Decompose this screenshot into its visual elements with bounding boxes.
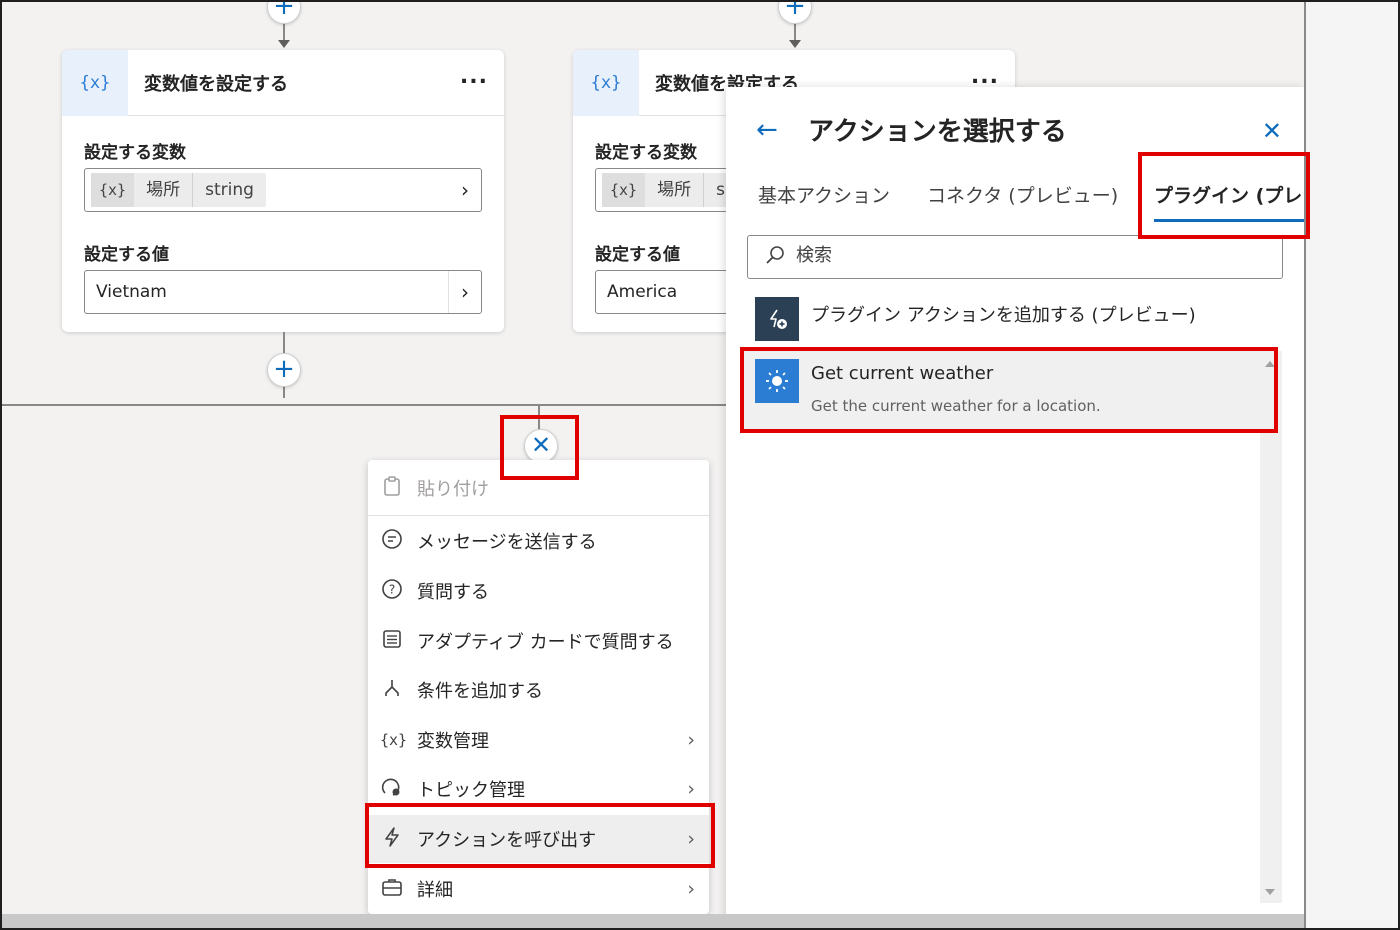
- scroll-up-icon[interactable]: [1265, 361, 1275, 367]
- card-icon: [380, 628, 404, 655]
- connector-merge-line: [2, 404, 726, 406]
- connector-arrow: [278, 40, 290, 48]
- add-node-button[interactable]: +: [267, 353, 301, 387]
- menu-item-label: トピック管理: [417, 780, 525, 801]
- menu-item-label: 貼り付け: [417, 479, 489, 500]
- variable-name: 場所: [657, 180, 692, 200]
- variable-label: 設定する変数: [595, 143, 697, 163]
- add-node-menu: 貼り付け メッセージを送信する ? 質問する アダプティブ カードで質問する 条…: [368, 460, 709, 914]
- active-tab-indicator: [1154, 219, 1304, 222]
- variable-field[interactable]: {x} 場所 string ›: [84, 168, 482, 212]
- chevron-right-icon[interactable]: ›: [461, 178, 469, 202]
- branch-icon: [380, 677, 404, 704]
- list-scrollbar[interactable]: [1260, 355, 1282, 903]
- variable-chip-icon: {x}: [91, 173, 135, 207]
- menu-item-label: 質問する: [417, 582, 489, 603]
- clipboard-icon: [380, 475, 404, 502]
- menu-item-label: 条件を追加する: [417, 681, 543, 702]
- variable-label: 設定する変数: [84, 143, 186, 163]
- value-label: 設定する値: [84, 245, 169, 265]
- canvas-scrollbar[interactable]: [2, 914, 1304, 928]
- chevron-right-icon[interactable]: ›: [461, 280, 469, 304]
- variable-icon: {x}: [62, 50, 128, 116]
- topic-icon: [380, 776, 404, 803]
- briefcase-icon: [380, 876, 404, 903]
- menu-item-adaptive-card[interactable]: アダプティブ カードで質問する: [368, 617, 709, 665]
- field-divider: [448, 271, 449, 313]
- svg-text:?: ?: [389, 582, 395, 596]
- plugin-add-icon: [755, 297, 799, 341]
- value-label: 設定する値: [595, 245, 680, 265]
- connector-line: [538, 404, 540, 430]
- variable-icon: {x}: [573, 50, 639, 116]
- connector-arrow: [789, 40, 801, 48]
- value-text: America: [607, 282, 678, 302]
- list-item-title: プラグイン アクションを追加する (プレビュー): [811, 305, 1196, 326]
- add-node-button[interactable]: +: [267, 0, 301, 24]
- right-pane: [1304, 0, 1400, 930]
- menu-item-call-action[interactable]: アクションを呼び出す ›: [368, 815, 709, 863]
- add-node-button[interactable]: +: [778, 0, 812, 24]
- close-menu-button[interactable]: ✕: [524, 429, 558, 463]
- set-variable-node[interactable]: {x} 変数値を設定する ... 設定する変数 {x} 場所 string › …: [62, 50, 504, 332]
- list-item-title: Get current weather: [811, 363, 994, 384]
- back-arrow-icon[interactable]: ←: [756, 115, 778, 145]
- menu-item-label: アクションを呼び出す: [417, 830, 597, 851]
- node-title: 変数値を設定する: [144, 74, 288, 95]
- value-field[interactable]: Vietnam ›: [84, 270, 482, 314]
- menu-item-paste[interactable]: 貼り付け: [368, 464, 709, 512]
- chevron-right-icon: ›: [687, 778, 695, 800]
- menu-item-label: 変数管理: [417, 731, 489, 752]
- menu-item-send-message[interactable]: メッセージを送信する: [368, 517, 709, 565]
- menu-item-topic-management[interactable]: トピック管理 ›: [368, 765, 709, 813]
- node-header: {x} 変数値を設定する ...: [62, 50, 504, 116]
- tab-basic-actions[interactable]: 基本アクション: [758, 181, 890, 208]
- more-options-icon[interactable]: ...: [971, 64, 999, 89]
- search-input[interactable]: [796, 245, 1266, 266]
- more-options-icon[interactable]: ...: [460, 64, 488, 89]
- menu-item-label: 詳細: [417, 880, 453, 901]
- chevron-right-icon: ›: [687, 729, 695, 751]
- list-item-description: Get the current weather for a location.: [811, 397, 1101, 415]
- search-icon: [764, 244, 786, 271]
- chevron-right-icon: ›: [687, 878, 695, 900]
- panel-title: アクションを選択する: [808, 117, 1067, 147]
- tab-connectors[interactable]: コネクタ (プレビュー): [927, 181, 1118, 208]
- menu-item-add-condition[interactable]: 条件を追加する: [368, 666, 709, 714]
- lightning-icon: [380, 826, 404, 853]
- menu-item-label: アダプティブ カードで質問する: [417, 632, 674, 653]
- scroll-down-icon[interactable]: [1265, 889, 1275, 895]
- variable-icon: {x}: [380, 731, 408, 749]
- variable-name: 場所: [146, 180, 181, 200]
- list-item-get-current-weather[interactable]: Get current weather Get the current weat…: [742, 351, 1282, 431]
- menu-divider: [368, 515, 709, 516]
- menu-item-variable-management[interactable]: {x} 変数管理 ›: [368, 716, 709, 764]
- menu-item-details[interactable]: 詳細 ›: [368, 865, 709, 913]
- variable-type: string: [192, 173, 266, 207]
- chat-icon: [380, 528, 404, 555]
- list-item-add-plugin-action[interactable]: プラグイン アクションを追加する (プレビュー): [742, 293, 1282, 349]
- value-text: Vietnam: [96, 282, 167, 302]
- close-icon[interactable]: ✕: [1262, 117, 1282, 145]
- search-box[interactable]: [747, 235, 1283, 279]
- chevron-right-icon: ›: [687, 828, 695, 850]
- variable-chip: {x} 場所 string: [91, 173, 266, 207]
- select-action-panel: ← アクションを選択する ✕ 基本アクション コネクタ (プレビュー) プラグイ…: [726, 87, 1304, 926]
- tab-plugins[interactable]: プラグイン (プレ: [1154, 181, 1302, 208]
- menu-item-ask-question[interactable]: ? 質問する: [368, 567, 709, 615]
- menu-item-label: メッセージを送信する: [417, 532, 597, 553]
- variable-chip-icon: {x}: [602, 173, 646, 207]
- variable-chip: {x} 場所 s: [602, 173, 737, 207]
- question-icon: ?: [380, 578, 404, 605]
- sun-icon: [755, 359, 799, 403]
